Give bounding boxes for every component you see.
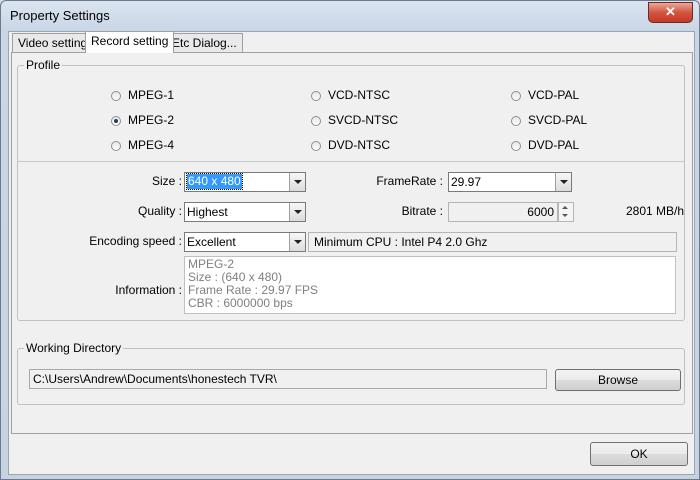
radio-circle	[311, 116, 321, 126]
chevron-down-icon[interactable]	[289, 233, 305, 251]
tab-label: Etc Dialog...	[172, 36, 237, 50]
browse-button[interactable]: Browse	[555, 369, 681, 391]
size-select[interactable]: 640 x 480	[184, 172, 306, 192]
information-box: MPEG-2 Size : (640 x 480) Frame Rate : 2…	[184, 256, 676, 314]
radio-circle	[111, 141, 121, 151]
radio-label: VCD-NTSC	[328, 88, 390, 102]
quality-select[interactable]: Highest	[184, 202, 306, 222]
chevron-down-icon[interactable]	[289, 203, 305, 221]
tab-label: Video setting	[18, 36, 88, 50]
min-cpu-text: Minimum CPU : Intel P4 2.0 Ghz	[314, 235, 488, 249]
radio-label: SVCD-PAL	[528, 113, 588, 127]
close-icon: ✕	[665, 4, 676, 19]
encoding-speed-select[interactable]: Excellent	[184, 232, 306, 252]
profile-separator	[18, 161, 684, 162]
radio-circle	[511, 116, 521, 126]
radio-label: DVD-PAL	[528, 138, 580, 152]
arrow-up-icon[interactable]	[562, 206, 568, 209]
quality-value: Highest	[187, 205, 228, 219]
encoding-speed-label: Encoding speed :	[89, 234, 182, 248]
radio-selected-dot	[114, 119, 118, 123]
chevron-down-icon[interactable]	[555, 173, 571, 191]
close-button[interactable]: ✕	[648, 2, 693, 23]
min-cpu-field: Minimum CPU : Intel P4 2.0 Ghz	[308, 232, 677, 252]
radio-circle	[111, 91, 121, 101]
title-bar: Property Settings ✕	[1, 1, 699, 31]
radio-label: MPEG-1	[128, 88, 175, 102]
radio-label: SVCD-NTSC	[328, 113, 399, 127]
radio-label: MPEG-2	[128, 113, 175, 127]
working-directory-group: Working Directory C:\Users\Andrew\Docume…	[17, 341, 685, 405]
bitrate-value: 6000	[527, 205, 554, 219]
radio-label: VCD-PAL	[528, 88, 580, 102]
ok-button[interactable]: OK	[590, 442, 688, 466]
working-directory-input[interactable]: C:\Users\Andrew\Documents\honestech TVR\	[29, 369, 547, 389]
bitrate-spinner[interactable]	[558, 202, 574, 222]
radio-label: MPEG-4	[128, 138, 175, 152]
arrow-down-icon[interactable]	[562, 214, 568, 217]
bitrate-size: 2801 MB/h	[626, 204, 685, 218]
encoding-speed-value: Excellent	[187, 235, 236, 249]
tab-label: Record setting	[91, 34, 169, 48]
working-directory-legend: Working Directory	[24, 341, 124, 355]
window-title: Property Settings	[10, 8, 110, 23]
radio-circle	[511, 91, 521, 101]
profile-legend: Profile	[24, 58, 63, 72]
framerate-label: FrameRate :	[376, 174, 443, 188]
size-label: Size :	[151, 174, 182, 188]
dialog-client-area: Video setting Record setting Etc Dialog.…	[8, 31, 695, 475]
quality-label: Quality :	[137, 204, 182, 218]
record-setting-page: Profile MPEG-1 VCD-NTSC VCD-PAL MPEG-2 S…	[11, 52, 693, 434]
framerate-value: 29.97	[451, 175, 482, 189]
information-label: Information :	[115, 283, 182, 297]
working-directory-path: C:\Users\Andrew\Documents\honestech TVR\	[33, 372, 277, 386]
tab-etc-dialog[interactable]: Etc Dialog...	[166, 33, 243, 53]
tab-video-setting[interactable]: Video setting	[12, 33, 94, 53]
radio-circle	[511, 141, 521, 151]
radio-label: DVD-NTSC	[328, 138, 390, 152]
profile-group: Profile MPEG-1 VCD-NTSC VCD-PAL MPEG-2 S…	[17, 58, 685, 321]
chevron-down-icon[interactable]	[289, 173, 305, 191]
size-value: 640 x 480	[186, 173, 243, 190]
radio-circle	[311, 91, 321, 101]
bitrate-label: Bitrate :	[401, 204, 443, 218]
browse-label: Browse	[597, 373, 638, 387]
bitrate-field[interactable]: 6000	[448, 202, 558, 222]
framerate-select[interactable]: 29.97	[448, 172, 572, 192]
tab-record-setting[interactable]: Record setting	[85, 31, 175, 53]
information-line: CBR : 6000000 bps	[188, 296, 293, 310]
radio-circle	[311, 141, 321, 151]
ok-label: OK	[630, 447, 648, 461]
property-settings-window: Property Settings ✕ Video setting Record…	[0, 0, 700, 480]
radio-circle	[111, 116, 121, 126]
